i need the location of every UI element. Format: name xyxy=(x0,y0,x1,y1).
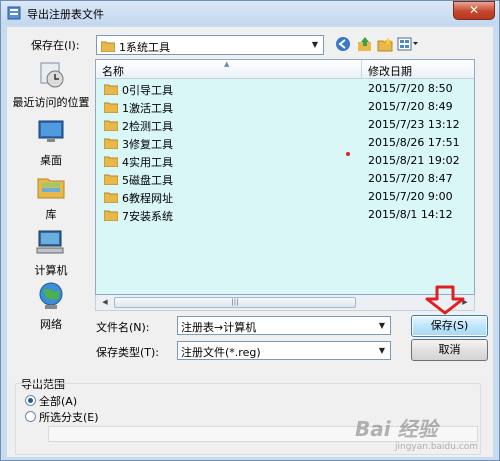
place-computer[interactable]: 计算机 xyxy=(9,227,93,278)
file-date: 2015/7/20 8:49 xyxy=(368,100,453,113)
computer-icon xyxy=(36,230,64,254)
file-name: 4实用工具 xyxy=(122,156,173,169)
column-header-date[interactable]: 修改日期 xyxy=(368,63,412,79)
file-name: 1激活工具 xyxy=(122,102,173,115)
list-item[interactable]: 7安装系统 2015/8/1 14:12 xyxy=(96,206,474,224)
place-label: 最近访问的位置 xyxy=(12,96,90,109)
watermark: Bai 经验 jingyan.baidu.com xyxy=(347,411,497,459)
file-date: 2015/7/20 8:47 xyxy=(368,172,453,185)
folder-icon xyxy=(104,192,118,203)
libraries-icon xyxy=(37,178,65,199)
file-date: 2015/7/23 13:12 xyxy=(368,118,460,131)
save-in-label: 保存在(I): xyxy=(31,39,80,52)
filename-input[interactable]: 注册表→计算机 ▼ xyxy=(177,316,391,335)
file-list-header: 名称 ▲ 修改日期 xyxy=(96,60,474,79)
folder-icon xyxy=(104,84,118,95)
folder-icon xyxy=(104,210,118,221)
title-bar[interactable]: 导出注册表文件 ✕ xyxy=(1,1,499,25)
file-name: 0引导工具 xyxy=(122,84,173,97)
folder-icon xyxy=(104,174,118,185)
places-bar: 最近访问的位置 桌面 库 计算机 网络 xyxy=(9,59,93,349)
place-label: 库 xyxy=(45,208,57,221)
list-item[interactable]: 0引导工具 2015/7/20 8:50 xyxy=(96,80,474,98)
file-date: 2015/7/20 8:50 xyxy=(368,82,453,95)
file-date: 2015/7/20 9:00 xyxy=(368,190,453,203)
folder-icon xyxy=(104,156,118,167)
file-name: 6教程网址 xyxy=(122,192,173,205)
list-item[interactable]: 5磁盘工具 2015/7/20 8:47 xyxy=(96,170,474,188)
column-divider[interactable] xyxy=(361,60,362,79)
back-icon[interactable] xyxy=(335,36,351,55)
list-item[interactable]: 1激活工具 2015/7/20 8:49 xyxy=(96,98,474,116)
save-button[interactable]: 保存(S) xyxy=(411,315,488,337)
file-date: 2015/8/26 17:51 xyxy=(368,136,460,149)
watermark-logo: Bai 经验 xyxy=(355,417,438,441)
radio-all-label[interactable]: 全部(A) xyxy=(39,393,77,409)
close-button[interactable]: ✕ xyxy=(453,1,495,20)
sort-up-icon: ▲ xyxy=(224,60,230,68)
file-name: 3修复工具 xyxy=(122,138,173,151)
file-name: 5磁盘工具 xyxy=(122,174,173,187)
new-folder-icon[interactable] xyxy=(377,36,393,55)
place-label: 网络 xyxy=(40,318,62,331)
radio-all[interactable] xyxy=(25,395,36,406)
annotation-dot xyxy=(346,152,350,156)
window-title: 导出注册表文件 xyxy=(27,8,104,21)
list-item[interactable]: 2检测工具 2015/7/23 13:12 xyxy=(96,116,474,134)
chevron-down-icon[interactable]: ▼ xyxy=(374,317,390,334)
chevron-down-icon[interactable]: ▼ xyxy=(374,342,390,359)
file-name: 7安装系统 xyxy=(122,210,173,223)
watermark-url: jingyan.baidu.com xyxy=(395,442,479,452)
column-header-name[interactable]: 名称 xyxy=(102,63,124,79)
export-registry-dialog: 导出注册表文件 ✕ 保存在(I): 1系统工具 ▼ 最近访问的位置 桌面 库 计… xyxy=(0,0,500,461)
radio-selected-branch-label[interactable]: 所选分支(E) xyxy=(39,409,99,425)
folder-icon xyxy=(104,120,118,131)
view-menu-icon[interactable] xyxy=(397,36,419,55)
up-folder-icon[interactable] xyxy=(357,36,373,55)
nav-toolbar xyxy=(335,36,425,54)
place-libraries[interactable]: 库 xyxy=(9,171,93,222)
place-label: 计算机 xyxy=(34,264,68,277)
horizontal-scrollbar[interactable]: ◀ ||| ▶ xyxy=(95,295,475,311)
folder-icon xyxy=(104,138,118,149)
scroll-left-icon[interactable]: ◀ xyxy=(98,297,112,308)
cancel-button[interactable]: 取消 xyxy=(411,339,488,361)
filetype-select[interactable]: 注册文件(*.reg) ▼ xyxy=(177,341,391,360)
folder-icon xyxy=(101,41,115,52)
filename-value: 注册表→计算机 xyxy=(181,321,257,334)
network-icon xyxy=(39,282,63,309)
file-name: 2检测工具 xyxy=(122,120,173,133)
place-label: 桌面 xyxy=(40,154,62,167)
filetype-label: 保存类型(T): xyxy=(96,346,160,359)
registry-app-icon xyxy=(7,6,21,20)
place-network[interactable]: 网络 xyxy=(9,281,93,332)
chevron-down-icon[interactable]: ▼ xyxy=(307,36,323,54)
file-date: 2015/8/1 14:12 xyxy=(368,208,453,221)
desktop-icon xyxy=(38,120,64,142)
folder-icon xyxy=(104,102,118,113)
file-list[interactable]: 名称 ▲ 修改日期 0引导工具 2015/7/20 8:50 1激活工具 201… xyxy=(95,59,475,295)
red-arrow-annotation-icon xyxy=(425,285,465,315)
save-in-value: 1系统工具 xyxy=(119,41,170,54)
radio-selected-branch[interactable] xyxy=(25,411,36,422)
filetype-value: 注册文件(*.reg) xyxy=(181,346,261,359)
filename-label: 文件名(N): xyxy=(96,321,150,334)
list-item[interactable]: 4实用工具 2015/8/21 19:02 xyxy=(96,152,474,170)
list-item[interactable]: 3修复工具 2015/8/26 17:51 xyxy=(96,134,474,152)
save-in-combobox[interactable]: 1系统工具 ▼ xyxy=(96,35,324,55)
place-recent[interactable]: 最近访问的位置 xyxy=(9,59,93,110)
file-date: 2015/8/21 19:02 xyxy=(368,154,460,167)
place-desktop[interactable]: 桌面 xyxy=(9,117,93,168)
list-item[interactable]: 6教程网址 2015/7/20 9:00 xyxy=(96,188,474,206)
scrollbar-thumb[interactable]: ||| xyxy=(114,297,356,308)
recent-places-icon xyxy=(40,62,64,88)
